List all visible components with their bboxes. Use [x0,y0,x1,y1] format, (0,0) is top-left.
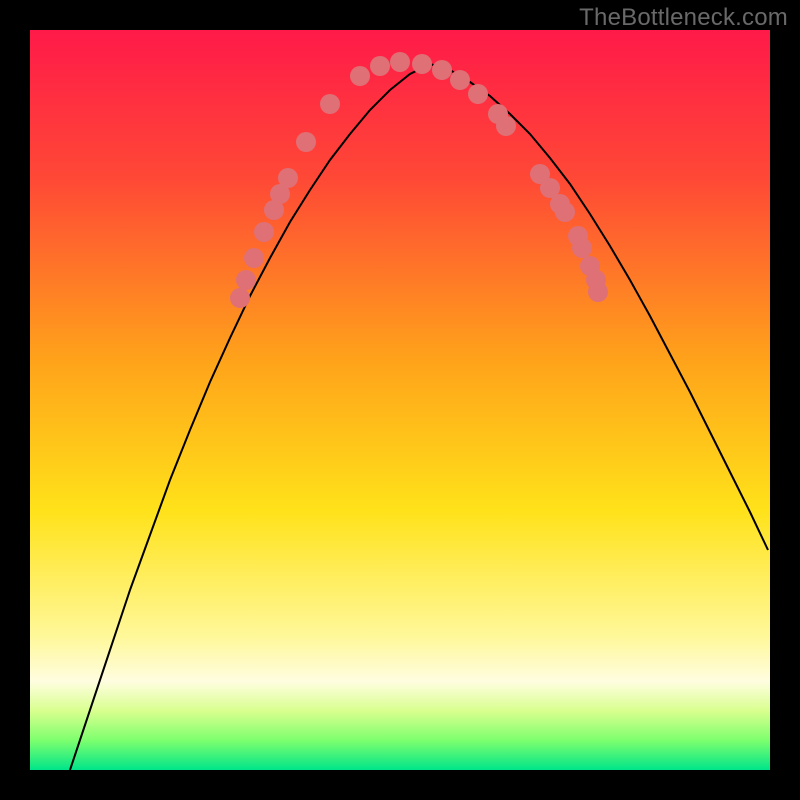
data-marker [278,168,298,188]
bottleneck-chart [30,30,770,770]
data-marker [572,238,592,258]
data-marker [412,54,432,74]
data-marker [432,60,452,80]
data-marker [588,282,608,302]
data-marker [496,116,516,136]
data-marker [350,66,370,86]
data-marker [230,288,250,308]
data-marker [254,222,274,242]
data-marker [468,84,488,104]
data-marker [390,52,410,72]
watermark-text: TheBottleneck.com [579,4,788,32]
data-marker [244,248,264,268]
data-marker [236,270,256,290]
data-marker [450,70,470,90]
data-marker [296,132,316,152]
chart-frame [30,30,770,770]
data-marker [370,56,390,76]
gradient-background [30,30,770,770]
data-marker [555,202,575,222]
data-marker [320,94,340,114]
